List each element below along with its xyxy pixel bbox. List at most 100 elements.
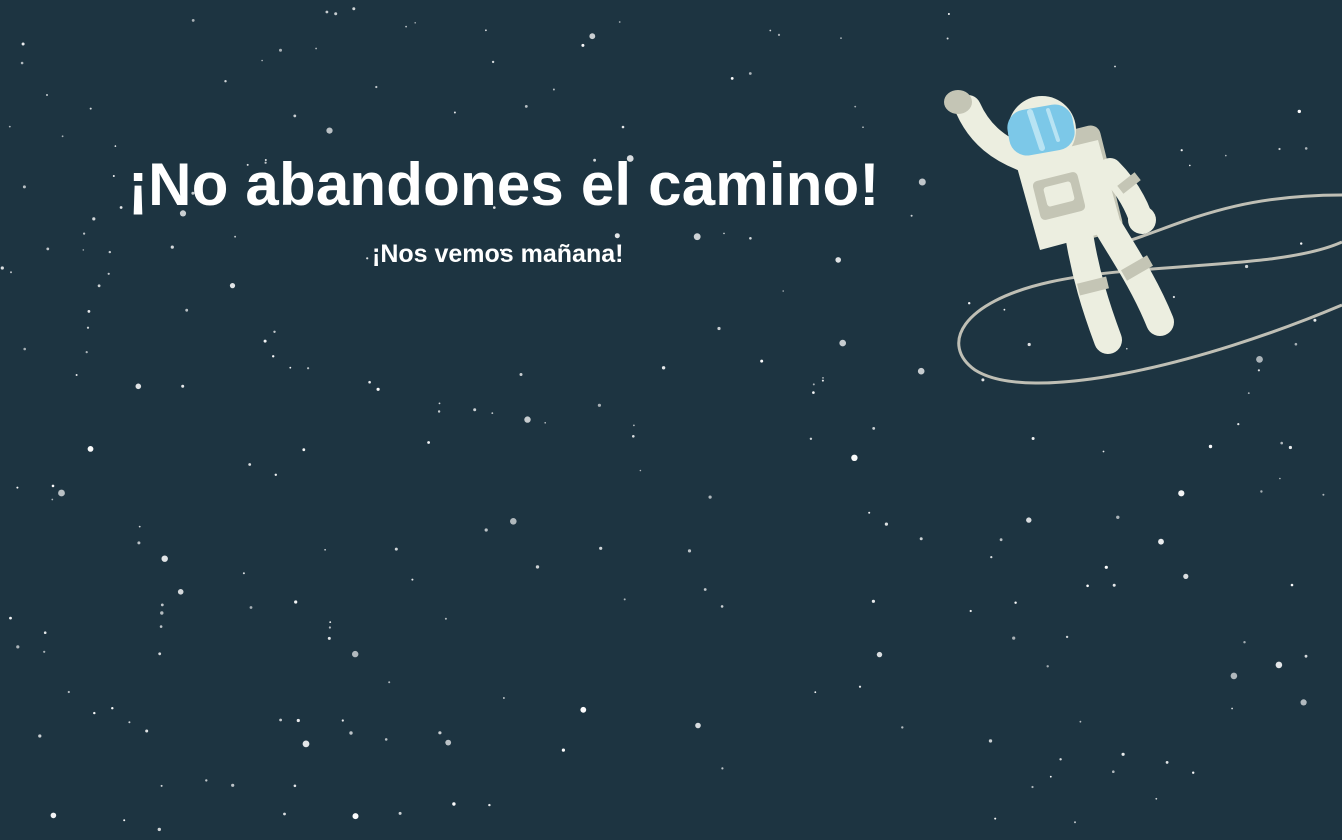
- star: [717, 326, 721, 331]
- star: [23, 347, 27, 351]
- star: [485, 29, 487, 32]
- star: [1126, 347, 1128, 350]
- star: [633, 424, 635, 427]
- star: [1257, 369, 1260, 372]
- star: [326, 127, 333, 134]
- star: [1322, 493, 1325, 496]
- star: [1026, 517, 1032, 523]
- star: [21, 42, 25, 46]
- star: [994, 817, 997, 820]
- star: [947, 13, 950, 15]
- star: [51, 498, 54, 501]
- star: [388, 681, 391, 684]
- star: [1304, 654, 1308, 658]
- star: [10, 271, 12, 274]
- star: [969, 609, 972, 613]
- star: [473, 408, 477, 412]
- star: [814, 691, 817, 694]
- star: [229, 283, 236, 289]
- star: [730, 77, 734, 80]
- star: [329, 621, 332, 623]
- star: [302, 448, 306, 452]
- star: [1155, 797, 1158, 800]
- star: [1180, 149, 1183, 152]
- starfield: [0, 7, 1325, 832]
- star: [205, 779, 208, 782]
- star: [1059, 758, 1062, 761]
- star: [917, 367, 925, 375]
- star: [708, 495, 712, 499]
- star: [503, 697, 505, 699]
- star: [86, 326, 90, 329]
- star: [491, 412, 494, 414]
- star: [687, 549, 692, 553]
- star: [58, 489, 65, 497]
- star: [411, 578, 414, 581]
- star: [1172, 295, 1175, 299]
- star: [1158, 538, 1164, 545]
- star: [919, 537, 923, 541]
- star: [1014, 601, 1017, 604]
- star: [1114, 65, 1116, 68]
- star: [1121, 752, 1125, 756]
- star: [224, 80, 227, 83]
- star: [1278, 147, 1281, 151]
- page-subtitle: ¡Nos vemos mañana!: [372, 240, 624, 268]
- star: [910, 214, 913, 217]
- star: [999, 538, 1003, 542]
- star: [453, 111, 456, 114]
- star: [398, 811, 402, 815]
- star: [328, 626, 331, 629]
- star: [981, 378, 985, 382]
- star: [1178, 490, 1185, 497]
- star: [1313, 318, 1317, 322]
- star: [835, 257, 841, 263]
- star: [1165, 761, 1169, 764]
- star: [352, 7, 356, 11]
- star: [851, 454, 858, 461]
- star: [452, 802, 456, 806]
- star: [812, 383, 815, 386]
- star: [868, 511, 871, 514]
- star: [274, 473, 277, 476]
- star: [782, 290, 784, 292]
- star: [1112, 770, 1115, 773]
- star: [872, 427, 876, 430]
- star: [185, 308, 189, 312]
- star: [438, 731, 442, 735]
- star: [721, 767, 724, 770]
- star: [1275, 661, 1283, 669]
- star: [97, 284, 101, 288]
- star: [405, 25, 407, 28]
- star: [85, 351, 88, 354]
- star: [720, 605, 724, 608]
- star: [135, 383, 142, 390]
- space-background: [0, 7, 1342, 832]
- star: [231, 783, 235, 787]
- star: [414, 22, 417, 24]
- star: [1086, 584, 1089, 588]
- star: [839, 339, 846, 347]
- star: [1245, 264, 1249, 269]
- star: [161, 555, 168, 562]
- star: [273, 330, 276, 333]
- star: [293, 114, 297, 118]
- star: [946, 37, 949, 40]
- star: [158, 652, 162, 656]
- star: [352, 650, 359, 658]
- star: [723, 232, 725, 235]
- star: [1294, 342, 1298, 346]
- star: [862, 126, 864, 128]
- star: [283, 812, 286, 816]
- star: [51, 484, 55, 488]
- star: [854, 105, 857, 108]
- star: [1300, 699, 1307, 706]
- star: [368, 380, 371, 384]
- star: [384, 738, 388, 741]
- star: [1260, 490, 1263, 493]
- star: [376, 387, 380, 391]
- star: [1112, 583, 1116, 587]
- star: [809, 437, 813, 440]
- tether-cable: [1124, 193, 1342, 244]
- star: [1304, 147, 1308, 150]
